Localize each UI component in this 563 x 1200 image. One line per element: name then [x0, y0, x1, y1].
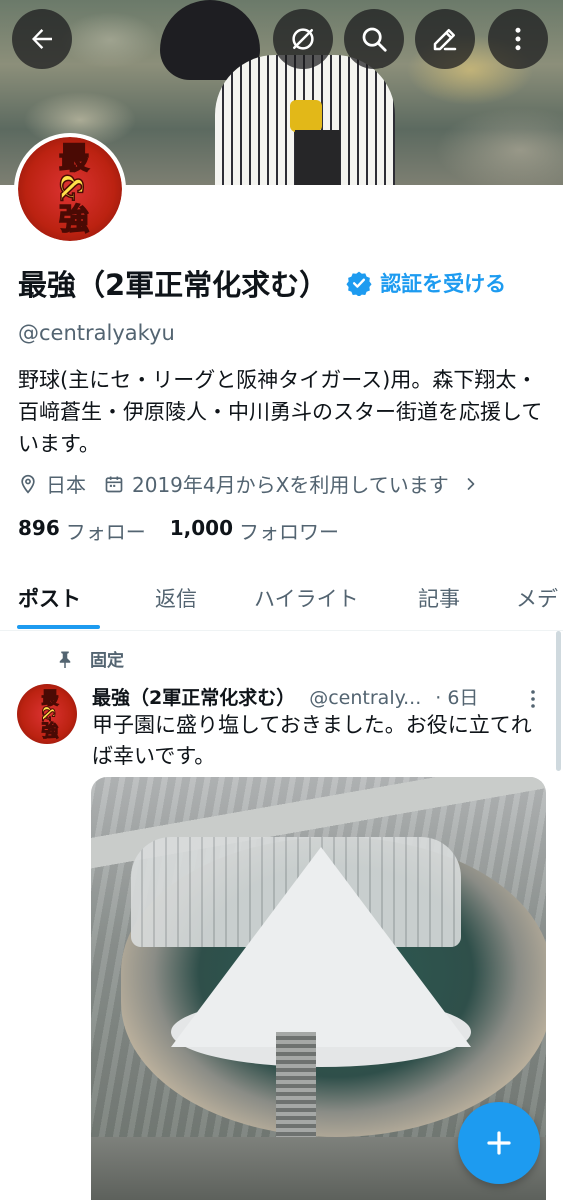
following-link[interactable]: 896 フォロー [18, 516, 146, 545]
followers-count: 1,000 [169, 516, 234, 540]
post-author-handle[interactable]: @centraly... [309, 687, 421, 709]
post-text: 甲子園に盛り塩しておきました。お役に立てれば幸いです。 [92, 713, 532, 768]
scrollbar[interactable] [556, 631, 561, 771]
pinned-indicator: 固定 [56, 646, 124, 671]
verified-badge-icon[interactable] [346, 270, 372, 296]
search-button[interactable] [344, 9, 404, 69]
compose-button[interactable] [415, 9, 475, 69]
active-tab-indicator [17, 625, 100, 629]
follow-stats: 896 フォロー 1,000 フォロワー [18, 516, 339, 545]
join-date[interactable]: 2019年4月からXを利用しています [104, 469, 487, 498]
profile-bio: 野球(主にセ・リーグと阪神タイガース)用。森下翔太・百﨑蒼生・伊原陵人・中川勇斗… [18, 368, 543, 456]
post-avatar[interactable]: 最&強 [17, 684, 77, 744]
pin-icon [59, 651, 71, 668]
name-row: 最強（2軍正常化求む） 認証を受ける [18, 262, 506, 304]
compose-icon [433, 29, 457, 51]
tab-highlights[interactable]: ハイライト [254, 583, 359, 613]
profile-tabs: ポスト 返信 ハイライト 記事 メデ [0, 569, 563, 631]
more-icon [515, 27, 521, 51]
grok-icon [292, 28, 314, 50]
image-light-tower [276, 1032, 316, 1152]
location-pin-icon [21, 474, 35, 494]
profile-handle: @centralyakyu [18, 321, 175, 345]
pinned-label: 固定 [90, 651, 124, 671]
plus-icon [487, 1131, 511, 1155]
post-avatar-logo-text: 最&強 [37, 689, 58, 739]
tab-replies[interactable]: 返信 [155, 583, 197, 613]
tab-media[interactable]: メデ [516, 583, 558, 613]
post-more-icon[interactable] [527, 688, 539, 712]
followers-label: フォロワー [239, 520, 340, 544]
get-verified-link[interactable]: 認証を受ける [380, 268, 506, 298]
post-header: 最強（2軍正常化求む） @centraly... · 6日 [92, 683, 542, 710]
chevron-right-icon [467, 477, 475, 490]
location: 日本 [18, 469, 86, 498]
search-icon [362, 27, 387, 52]
arrow-left-icon [32, 29, 52, 49]
image-salt-mound [171, 847, 471, 1047]
avatar-logo-text: 最&強 [52, 142, 89, 237]
back-button[interactable] [12, 9, 72, 69]
followers-link[interactable]: 1,000 フォロワー [170, 516, 339, 545]
following-count: 896 [18, 516, 60, 540]
tab-articles[interactable]: 記事 [418, 583, 460, 613]
more-options-button[interactable] [488, 9, 548, 69]
display-name: 最強（2軍正常化求む） [18, 268, 329, 302]
post-author-name[interactable]: 最強（2軍正常化求む） [92, 683, 295, 710]
join-date-text: 2019年4月からXを利用しています [132, 473, 449, 497]
profile-meta: 日本 2019年4月からXを利用しています [18, 469, 487, 498]
calendar-icon [105, 476, 123, 492]
new-post-button[interactable] [458, 1102, 540, 1184]
profile-avatar[interactable]: 最&強 [14, 133, 126, 245]
post-timestamp[interactable]: · 6日 [435, 683, 478, 710]
banner-sleeve [295, 130, 340, 185]
following-label: フォロー [65, 520, 146, 544]
avatar-image: 最&強 [18, 137, 122, 241]
location-text: 日本 [46, 473, 86, 497]
banner-team-patch [290, 100, 322, 132]
grok-button[interactable] [273, 9, 333, 69]
tab-posts[interactable]: ポスト [18, 583, 81, 613]
